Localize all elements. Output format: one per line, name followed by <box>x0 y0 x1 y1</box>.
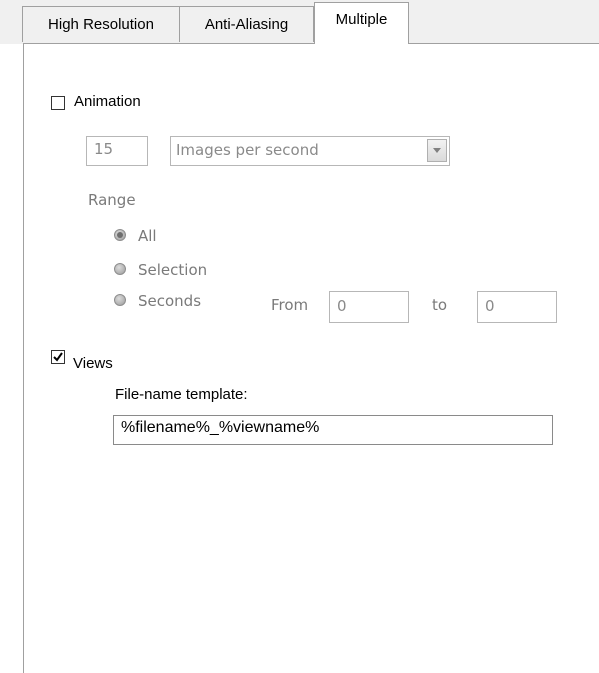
range-all-radio[interactable] <box>114 229 126 241</box>
dropdown-button[interactable] <box>427 139 447 162</box>
to-input[interactable]: 0 <box>477 291 557 323</box>
from-input[interactable]: 0 <box>329 291 409 323</box>
from-label: From <box>271 296 309 314</box>
radio-selected-dot <box>117 232 123 238</box>
tab-strip: High Resolution Anti-Aliasing Multiple <box>0 0 599 44</box>
animation-checkbox[interactable] <box>51 96 65 110</box>
animation-rate-input[interactable]: 15 <box>86 136 148 166</box>
range-selection-radio[interactable] <box>114 263 126 275</box>
tab-high-resolution[interactable]: High Resolution <box>22 6 180 42</box>
animation-checkbox-label[interactable]: Animation <box>74 93 141 110</box>
tab-anti-aliasing[interactable]: Anti-Aliasing <box>179 6 314 42</box>
range-all-label[interactable]: All <box>138 227 157 245</box>
views-checkbox-label[interactable]: Views <box>73 355 113 372</box>
animation-rate-unit-select[interactable]: Images per second <box>170 136 450 166</box>
range-label: Range <box>88 191 136 209</box>
chevron-down-icon <box>433 148 441 153</box>
file-name-template-input[interactable]: %filename%_%viewname% <box>113 415 553 445</box>
range-seconds-radio[interactable] <box>114 294 126 306</box>
range-selection-label[interactable]: Selection <box>138 261 207 279</box>
file-name-template-label: File-name template: <box>115 386 248 403</box>
tab-multiple[interactable]: Multiple <box>314 2 409 44</box>
checkmark-icon <box>53 352 63 362</box>
animation-rate-unit-value: Images per second <box>176 141 319 159</box>
views-checkbox[interactable] <box>51 350 65 364</box>
to-label: to <box>432 296 448 314</box>
range-seconds-label[interactable]: Seconds <box>138 292 201 310</box>
